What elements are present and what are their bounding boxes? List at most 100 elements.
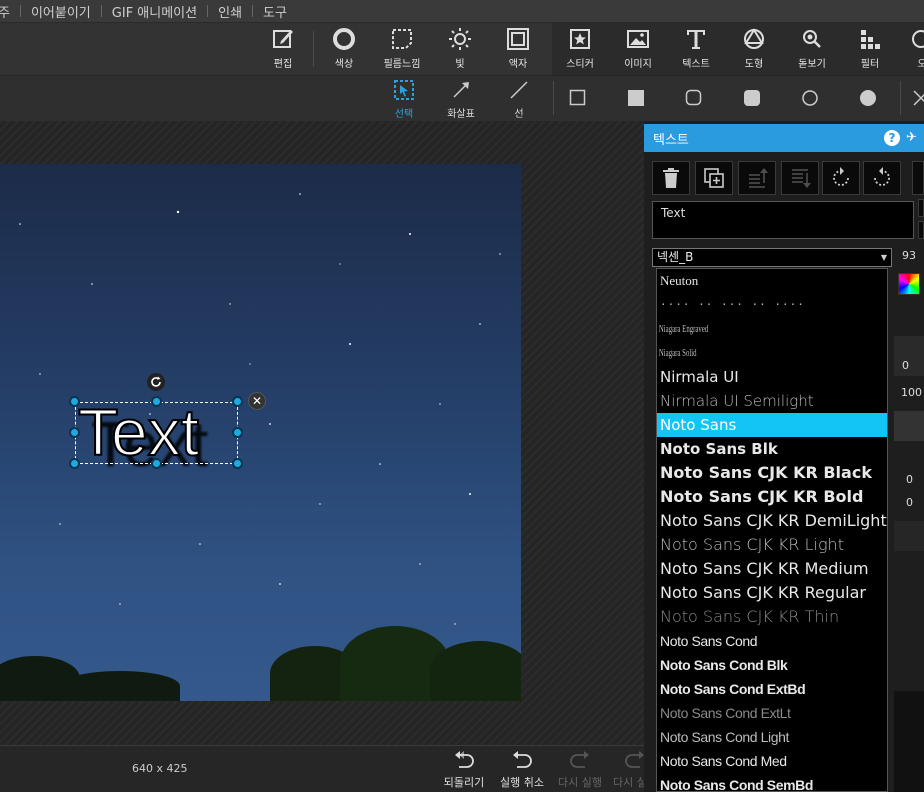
font-list-item[interactable]: Noto Sans CJK KR Regular (657, 581, 887, 605)
tool-color[interactable]: 색상 (316, 27, 372, 73)
circle-outline-icon[interactable] (801, 89, 819, 107)
side-value[interactable]: 100 (901, 386, 922, 399)
menu-item-tools[interactable]: 도구 (253, 2, 297, 21)
tool-image[interactable]: 이미지 (610, 27, 666, 73)
tool-select[interactable]: 선택 (379, 78, 429, 120)
font-list-item[interactable]: Noto Sans CJK KR DemiLight (657, 509, 887, 533)
font-select-value: 넥센_B (657, 250, 694, 264)
tool-text[interactable]: 텍스트 (668, 27, 724, 73)
square-filled-icon[interactable] (627, 89, 645, 107)
font-list-item[interactable]: Nirmala UI (657, 365, 887, 389)
status-bar: 640 x 425 되돌리기 실행 취소 다시 실행 다시 실 (0, 745, 644, 792)
tool-sticker[interactable]: 스티커 (552, 27, 608, 73)
menu-item-partial[interactable]: 주 (0, 2, 20, 21)
shape-icon (741, 27, 767, 51)
tool-label: 액자 (508, 59, 528, 70)
tool-arrow[interactable]: 화살표 (436, 78, 486, 120)
menu-item-merge[interactable]: 이어붙이기 (21, 2, 101, 21)
delete-button[interactable] (652, 161, 690, 195)
rounded-square-outline-icon[interactable] (685, 89, 703, 107)
tool-line[interactable]: 선 (494, 78, 544, 120)
side-value[interactable]: 0 (906, 473, 913, 486)
delete-object-button[interactable]: ✕ (248, 392, 266, 410)
font-list-item[interactable]: Noto Sans Cond ExtLt (657, 701, 887, 725)
font-list-item[interactable]: Noto Sans Cond Med (657, 749, 887, 773)
square-outline-icon[interactable] (569, 89, 587, 107)
side-value[interactable]: 0 (902, 359, 909, 372)
tool-edit[interactable]: 편집 (255, 27, 311, 73)
font-list-item[interactable]: Noto Sans CJK KR Light (657, 533, 887, 557)
font-list-item[interactable]: Niagara Engraved (657, 317, 800, 341)
rotate-right-button[interactable] (863, 161, 901, 195)
tool-frame[interactable]: 액자 (490, 27, 546, 73)
font-list-item[interactable]: Noto Sans Blk (657, 437, 887, 461)
text-content-input[interactable] (652, 201, 914, 239)
font-list-item[interactable]: Noto Sans Cond SemBd (657, 773, 887, 791)
menu-item-print[interactable]: 인쇄 (208, 2, 252, 21)
pin-icon[interactable]: ✈ (906, 130, 917, 145)
font-list-item[interactable]: ···· ·· ··· ·· ···· (657, 293, 887, 317)
font-list-item[interactable]: Noto Sans CJK KR Black (657, 461, 887, 485)
font-list-item[interactable]: Noto Sans Cond Blk (657, 653, 887, 677)
resize-handle[interactable] (69, 396, 80, 407)
resize-handle[interactable] (151, 458, 162, 469)
text-object[interactable]: Text Text (69, 396, 243, 476)
partial-control[interactable] (918, 221, 924, 239)
side-value[interactable]: 0 (906, 496, 913, 509)
font-list-item[interactable]: Niagara Solid (657, 341, 800, 365)
selection-frame (75, 402, 238, 464)
menu-bar: 주 이어붙이기 GIF 애니메이션 인쇄 도구 (0, 0, 924, 22)
redo-all-button[interactable]: 다시 실 (606, 750, 644, 790)
tool-shape[interactable]: 도형 (726, 27, 782, 73)
font-select[interactable]: 넥센_B ▼ (652, 248, 892, 267)
send-backward-button[interactable] (781, 161, 819, 195)
help-icon[interactable]: ? (884, 130, 900, 146)
font-list-item[interactable]: Noto Sans Cond ExtBd (657, 677, 887, 701)
font-list-item[interactable]: Noto Sans CJK KR Bold (657, 485, 887, 509)
canvas-workspace[interactable]: ✕ Text Text (0, 121, 644, 745)
font-list-item[interactable]: Noto Sans Cond (657, 629, 887, 653)
font-list-item[interactable]: Noto Sans CJK KR Medium (657, 557, 887, 581)
undo-icon (511, 750, 533, 772)
resize-handle[interactable] (69, 458, 80, 469)
font-list-item[interactable]: Neuton (657, 269, 887, 293)
tool-magnifier[interactable]: 돋보기 (784, 27, 840, 73)
font-list-item[interactable]: Noto Sans Cond Light (657, 725, 887, 749)
tool-film[interactable]: 필름느낌 (374, 27, 430, 73)
font-dropdown-list[interactable]: Neuton ···· ·· ··· ·· ···· Niagara Engrave… (656, 268, 888, 792)
partial-control[interactable] (918, 199, 924, 217)
redo-all-label: 다시 실 (613, 776, 644, 789)
resize-handle[interactable] (151, 396, 162, 407)
redo-all-icon (624, 750, 644, 772)
color-picker-icon[interactable] (898, 273, 920, 295)
select-icon (392, 78, 416, 102)
font-size-value[interactable]: 93 (902, 249, 916, 262)
partial-button[interactable] (912, 161, 924, 195)
resize-handle[interactable] (232, 396, 243, 407)
undo-all-button[interactable]: 되돌리기 (434, 750, 494, 790)
circle-filled-icon[interactable] (859, 89, 877, 107)
resize-handle[interactable] (69, 427, 80, 438)
tool-filter[interactable]: 필터 (842, 27, 898, 73)
undo-button[interactable]: 실행 취소 (492, 750, 552, 790)
tool-light[interactable]: 빛 (432, 27, 488, 73)
tool-partial[interactable]: 오 (900, 27, 924, 73)
font-list-item[interactable]: Noto Sans (657, 413, 887, 437)
resize-handle[interactable] (232, 458, 243, 469)
redo-button[interactable]: 다시 실행 (550, 750, 610, 790)
rotate-left-button[interactable] (822, 161, 860, 195)
duplicate-button[interactable] (695, 161, 733, 195)
tool-label: 필터 (860, 59, 880, 70)
close-partial-icon[interactable] (912, 89, 924, 107)
font-list-item[interactable]: Nirmala UI Semilight (657, 389, 887, 413)
bring-forward-button[interactable] (738, 161, 776, 195)
rotate-handle-icon[interactable] (147, 373, 165, 391)
rounded-square-filled-icon[interactable] (743, 89, 761, 107)
redo-label: 다시 실행 (558, 776, 602, 789)
tool-label: 돋보기 (798, 59, 826, 70)
sticker-icon (567, 27, 593, 51)
font-list-item[interactable]: Noto Sans CJK KR Thin (657, 605, 887, 629)
resize-handle[interactable] (232, 427, 243, 438)
undo-label: 실행 취소 (500, 776, 544, 789)
menu-item-gif[interactable]: GIF 애니메이션 (102, 2, 207, 21)
